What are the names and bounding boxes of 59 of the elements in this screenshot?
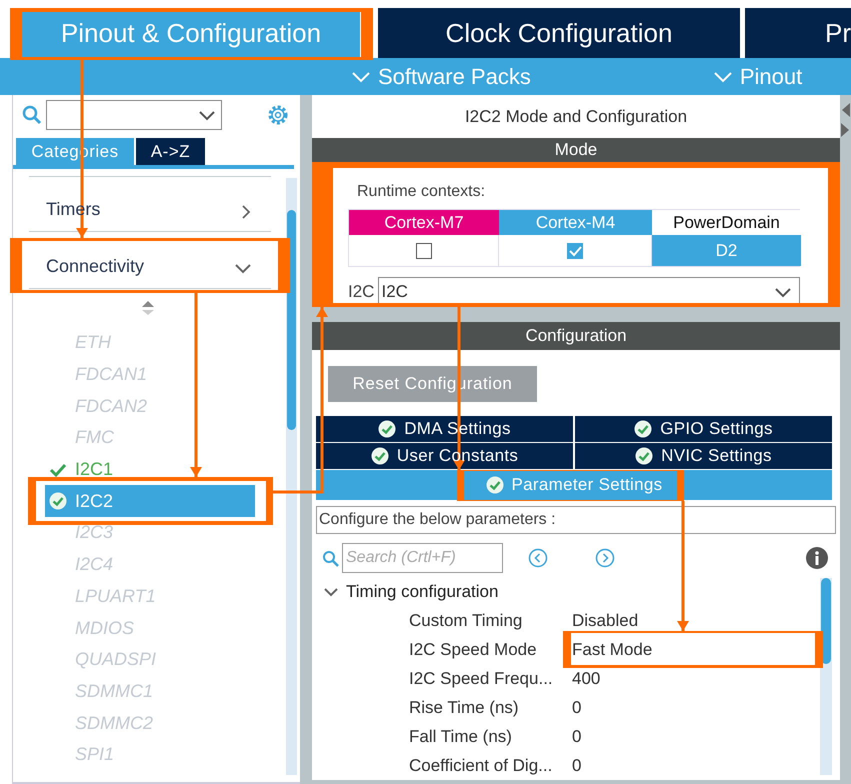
top-tab[interactable]: Clock Configuration	[378, 8, 740, 58]
parameter-value[interactable]: 0	[572, 724, 582, 750]
parameter-name: I2C Speed Mode	[409, 638, 538, 661]
chevron-down-icon	[235, 263, 251, 274]
top-tab[interactable]: Pr	[745, 8, 851, 58]
info-icon[interactable]	[806, 547, 828, 569]
chevron-down-icon	[775, 286, 791, 298]
parameter-value[interactable]: Fast Mode	[572, 636, 652, 662]
chevron-down-icon	[714, 70, 732, 82]
hint-text: Configure the below parameters :	[316, 506, 836, 534]
check-circle-icon	[634, 420, 652, 438]
search-field[interactable]: Search (Crtl+F)	[342, 543, 503, 573]
parameter-name: Coefficient of Dig...	[409, 754, 554, 777]
toolbar-dropdown[interactable]: Software Packs	[352, 60, 531, 93]
table-cell: D2	[652, 235, 801, 266]
peripheral-item[interactable]: I2C1	[45, 454, 255, 486]
view-tab[interactable]: A->Z	[136, 138, 205, 165]
parameter-name: Rise Time (ns)	[409, 696, 520, 719]
parameter-value[interactable]: 0	[572, 694, 582, 720]
next-icon[interactable]	[595, 548, 615, 568]
previous-icon[interactable]	[528, 548, 548, 568]
check-circle-icon	[49, 492, 67, 510]
parameter-name: Custom Timing	[409, 610, 524, 632]
toolbar-dropdown[interactable]: Pinout	[714, 60, 802, 93]
field-label: I2C	[348, 281, 374, 304]
runtime-label: Runtime contexts:	[356, 182, 486, 202]
check-circle-icon	[370, 447, 389, 465]
parameter-name: I2C Speed Frequ...	[409, 668, 554, 690]
settings-tab[interactable]: NVIC Settings	[575, 443, 832, 469]
check-circle-icon	[378, 420, 396, 438]
context-header: Cortex-M4	[499, 210, 652, 235]
search-icon[interactable]	[22, 105, 42, 125]
tree-group[interactable]: Timing configuration	[312, 578, 504, 606]
panel-title: I2C2 Mode and Configuration	[312, 95, 840, 138]
parameter-value[interactable]: 400	[572, 666, 600, 692]
peripheral-item[interactable]: I2C2	[45, 485, 255, 518]
section-header: Configuration	[312, 322, 840, 350]
checkbox[interactable]	[416, 242, 432, 258]
parameter-name: Fall Time (ns)	[409, 726, 513, 748]
search-dropdown[interactable]	[46, 100, 222, 130]
check-circle-icon	[486, 476, 504, 494]
collapse-arrows-icon[interactable]	[840, 103, 851, 137]
chevron-down-icon	[199, 110, 215, 120]
chevron-right-icon	[241, 205, 251, 219]
parameter-value[interactable]: Disabled	[572, 608, 638, 634]
check-circle-icon	[635, 447, 654, 465]
chevron-down-icon	[324, 587, 338, 597]
scrollbar[interactable]	[286, 178, 297, 775]
search-icon[interactable]	[322, 550, 339, 566]
checkbox[interactable]	[567, 242, 583, 258]
context-header: Cortex-M7	[349, 210, 499, 235]
parameter-value[interactable]: 0	[572, 752, 582, 778]
settings-icon[interactable]	[266, 103, 290, 127]
settings-tab[interactable]: Parameter Settings	[316, 470, 832, 500]
section-header: Mode	[312, 138, 840, 162]
scrollbar[interactable]	[820, 578, 832, 775]
scroll-arrows-icon	[142, 301, 154, 315]
settings-tab[interactable]: GPIO Settings	[575, 416, 832, 442]
chevron-down-icon	[352, 70, 370, 82]
